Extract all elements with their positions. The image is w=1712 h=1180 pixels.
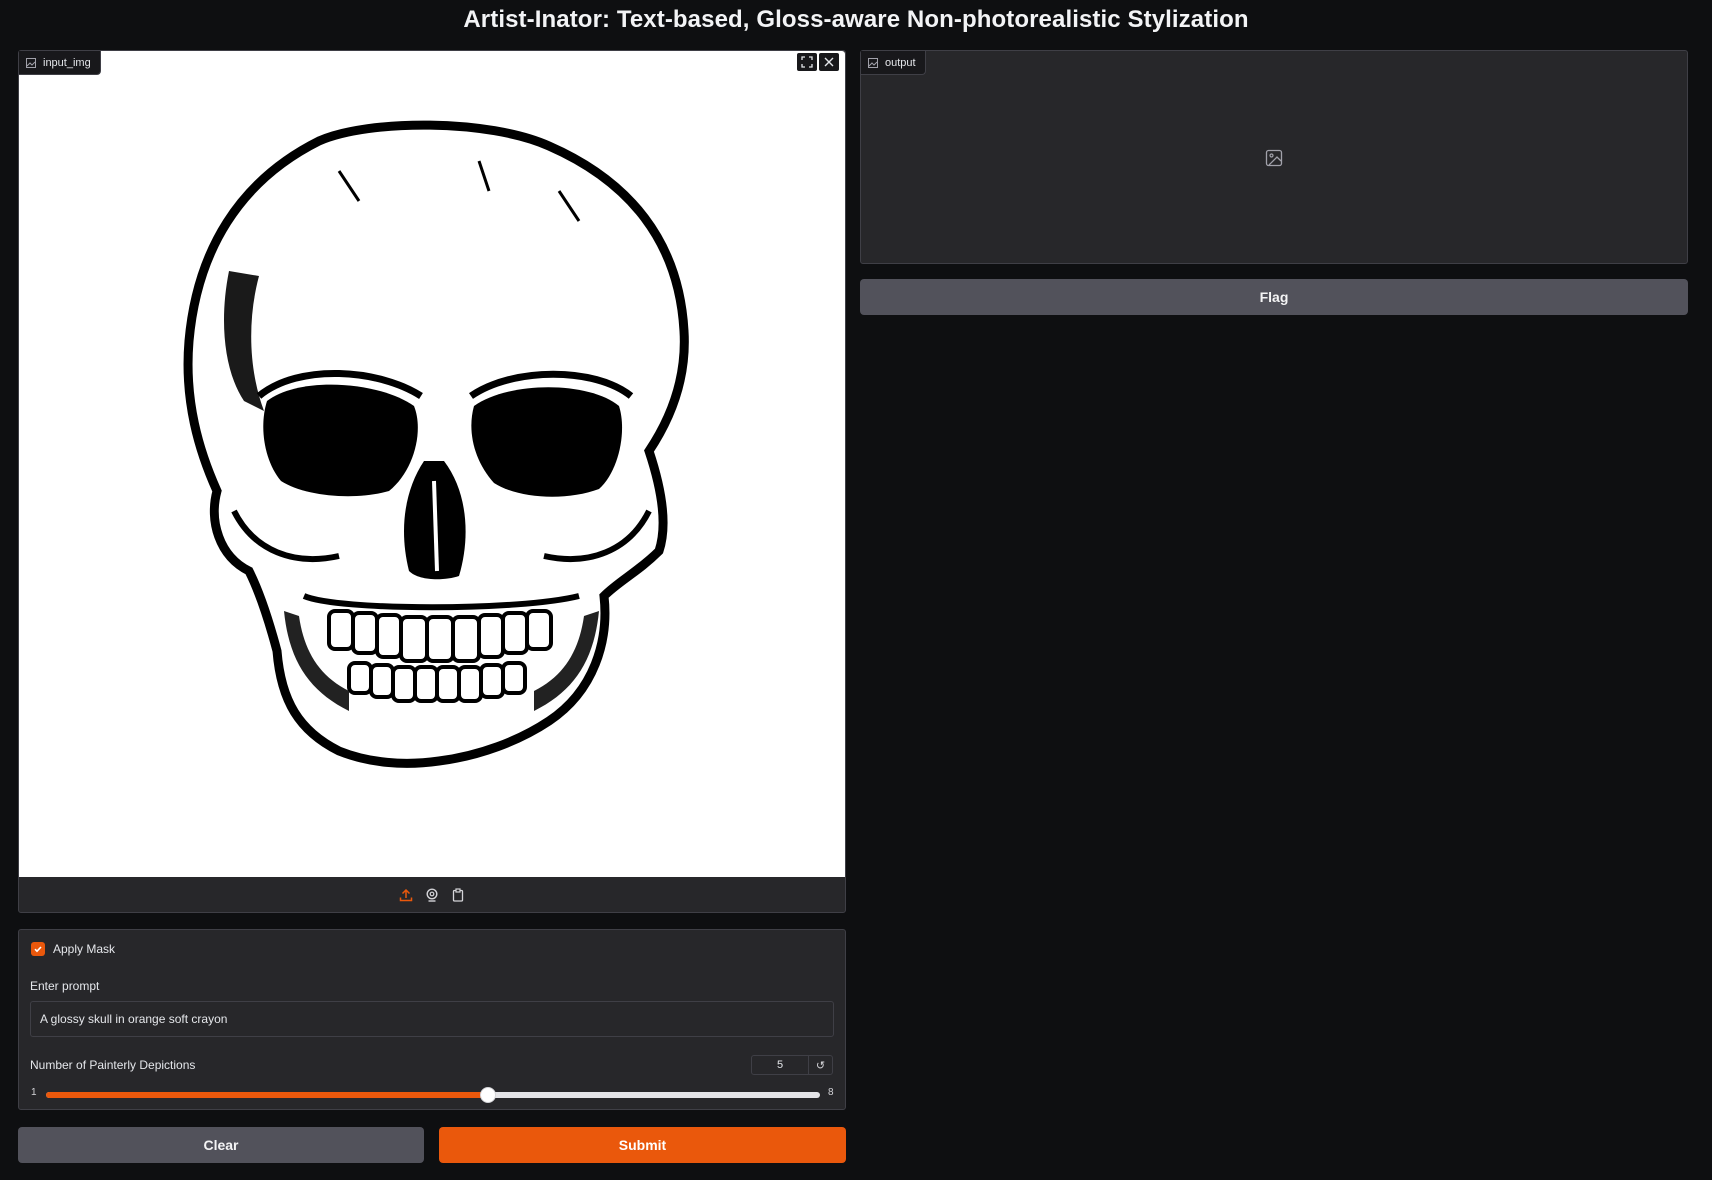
apply-mask-label: Apply Mask (53, 942, 116, 956)
clear-button[interactable]: Clear (18, 1127, 424, 1163)
output-image-panel: output (860, 50, 1688, 264)
apply-mask-checkbox[interactable] (31, 942, 45, 956)
uploaded-skull-image (19, 51, 845, 877)
image-toolbar (797, 53, 839, 71)
image-icon (868, 57, 878, 68)
flag-button[interactable]: Flag (860, 279, 1688, 315)
image-source-bar (19, 877, 845, 912)
depictions-number-field[interactable]: 5 ↺ (751, 1055, 833, 1075)
skull-drawing (183, 120, 689, 768)
depictions-slider[interactable] (46, 1087, 820, 1103)
image-placeholder-icon (1265, 149, 1283, 167)
input-image-label: input_img (19, 51, 101, 75)
prompt-label: Enter prompt (30, 979, 100, 993)
slider-min-label: 1 (31, 1087, 37, 1098)
page-title: Artist-Inator: Text-based, Gloss-aware N… (463, 6, 1249, 33)
controls-panel: Apply Mask Enter prompt Number of Painte… (18, 929, 846, 1110)
input-image-panel[interactable]: input_img (18, 50, 846, 913)
prompt-input[interactable] (30, 1001, 834, 1037)
webcam-icon[interactable] (424, 887, 440, 903)
input-image-label-text: input_img (43, 56, 91, 69)
slider-fill (46, 1092, 489, 1098)
output-image-label-text: output (885, 56, 916, 69)
upload-icon[interactable] (398, 887, 414, 903)
output-image-label: output (861, 51, 926, 75)
depictions-value[interactable]: 5 (752, 1056, 809, 1074)
reset-icon[interactable]: ↺ (809, 1056, 832, 1074)
submit-button[interactable]: Submit (439, 1127, 846, 1163)
apply-mask-row[interactable]: Apply Mask (31, 942, 115, 956)
close-icon[interactable] (819, 53, 839, 71)
fullscreen-icon[interactable] (797, 53, 817, 71)
slider-max-label: 8 (828, 1087, 834, 1098)
clipboard-icon[interactable] (450, 887, 466, 903)
depictions-label: Number of Painterly Depictions (30, 1058, 196, 1072)
slider-thumb[interactable] (480, 1087, 497, 1103)
image-icon (26, 57, 36, 68)
